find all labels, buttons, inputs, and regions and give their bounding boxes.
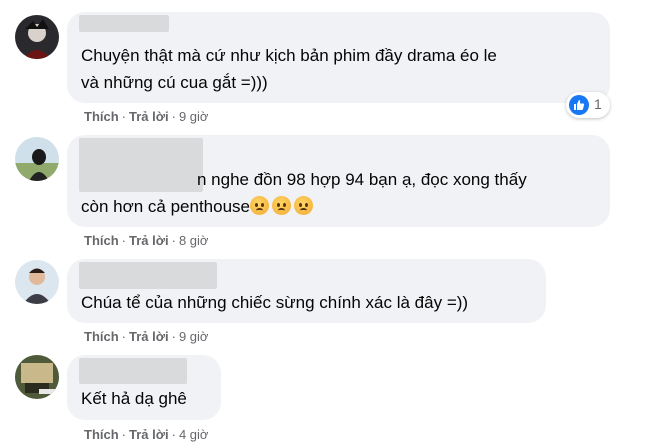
- avatar[interactable]: [15, 355, 59, 399]
- like-link[interactable]: Thích: [84, 329, 119, 344]
- worried-face-icon: [294, 196, 313, 215]
- comment-bubble[interactable]: Chuyện thật mà cứ như kịch bản phim đầy …: [67, 12, 610, 103]
- author-name-redacted: [79, 15, 169, 32]
- comment-text-line: và những cú cua gắt =))): [81, 73, 268, 92]
- author-name-redacted: [79, 138, 203, 192]
- comment-text-line: Kết hả dạ ghê: [81, 389, 187, 408]
- timestamp[interactable]: 9 giờ: [179, 109, 209, 124]
- comment-text-line: Chuyện thật mà cứ như kịch bản phim đầy …: [81, 46, 497, 65]
- like-icon: [569, 95, 589, 115]
- reaction-count: 1: [594, 96, 602, 112]
- worried-face-icon: [250, 196, 269, 215]
- comment-actions: Thích · Trả lời · 9 giờ: [84, 329, 209, 344]
- like-link[interactable]: Thích: [84, 233, 119, 248]
- comment-bubble[interactable]: n nghe đồn 98 hợp 94 bạn ạ, đọc xong thấ…: [67, 135, 610, 227]
- timestamp[interactable]: 8 giờ: [179, 233, 209, 248]
- comment-actions: Thích · Trả lời · 9 giờ: [84, 109, 209, 124]
- comment-text-line: Chúa tể của những chiếc sừng chính xác l…: [81, 293, 469, 312]
- avatar[interactable]: [15, 15, 59, 59]
- reply-link[interactable]: Trả lời: [129, 329, 169, 344]
- comment-text-line: n nghe đồn 98 hợp 94 bạn ạ, đọc xong thấ…: [197, 170, 527, 189]
- worried-face-icon: [272, 196, 291, 215]
- reply-link[interactable]: Trả lời: [129, 109, 169, 124]
- comment-actions: Thích · Trả lời · 8 giờ: [84, 233, 209, 248]
- author-name-redacted: [79, 358, 187, 384]
- comment-bubble[interactable]: Kết hả dạ ghê: [67, 355, 221, 420]
- comment-text-line: còn hơn cả penthouse: [81, 197, 250, 216]
- author-name-redacted: [79, 262, 217, 289]
- like-link[interactable]: Thích: [84, 109, 119, 124]
- avatar[interactable]: [15, 137, 59, 181]
- avatar[interactable]: [15, 260, 59, 304]
- comment-text-line: còn hơn cả penthouse: [81, 193, 316, 220]
- comment-bubble[interactable]: Chúa tể của những chiếc sừng chính xác l…: [67, 259, 546, 323]
- reply-link[interactable]: Trả lời: [129, 233, 169, 248]
- reaction-badge[interactable]: 1: [566, 92, 610, 118]
- timestamp[interactable]: 9 giờ: [179, 329, 209, 344]
